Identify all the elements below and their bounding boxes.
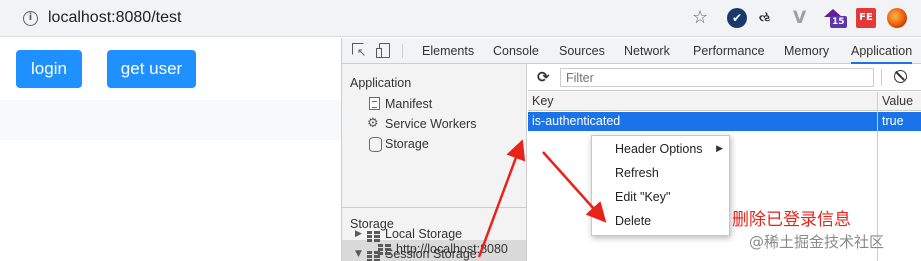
tab-memory[interactable]: Memory [784,38,829,64]
column-header-value[interactable]: Value [878,92,913,111]
translate-extension-icon[interactable]: ઌ [759,8,779,28]
annotation-label: 删除已登录信息 [732,210,851,230]
application-sidebar: Application Manifest ⚙ Service Workers S… [342,64,527,261]
tab-sources[interactable]: Sources [559,38,605,64]
bookmark-star-icon[interactable]: ☆ [692,7,708,28]
refresh-icon[interactable]: ⟳ [537,68,550,86]
mortarboard-extension-icon[interactable]: 15 [823,8,847,28]
menu-item-delete[interactable]: Delete [592,210,731,233]
extension-badge: 15 [830,16,847,28]
check-extension-icon[interactable]: ✔ [727,8,747,28]
database-icon [369,137,382,152]
menu-item-edit-key[interactable]: Edit "Key" [592,186,731,209]
gear-icon: ⚙ [367,116,379,131]
menu-item-label: Header Options [615,142,703,156]
devtools-tab-bar: ↖ Elements Console Sources Network Perfo… [342,38,921,64]
login-button[interactable]: login [16,50,82,88]
storage-grid-icon [367,231,380,242]
storage-grid-icon [378,244,391,255]
context-menu: Header Options ▶ Refresh Edit "Key" Dele… [591,135,730,236]
sidebar-section-application: Application [350,76,412,90]
storage-toolbar: ⟳ [528,64,921,91]
chevron-right-icon[interactable]: ▶ [355,226,362,242]
chevron-down-icon[interactable]: ▼ [355,246,362,261]
column-header-key[interactable]: Key [528,92,554,111]
toolbar-separator [881,69,882,86]
sidebar-item-manifest[interactable]: Manifest [385,96,432,112]
tab-performance[interactable]: Performance [693,38,765,64]
table-row[interactable]: is-authenticated true [528,112,921,131]
get-user-button[interactable]: get user [107,50,196,88]
fe-extension-icon[interactable]: FE [856,8,876,28]
device-toolbar-icon[interactable] [376,43,391,58]
info-icon[interactable]: i [23,11,38,26]
url-text[interactable]: localhost:8080/test [48,9,181,27]
tab-elements[interactable]: Elements [422,38,474,64]
planet-extension-icon[interactable] [887,8,907,28]
watermark: @稀土掘金技术社区 [749,233,885,251]
address-bar[interactable]: i localhost:8080/test ☆ [8,4,714,33]
tab-console[interactable]: Console [493,38,539,64]
sidebar-item-session-origin[interactable]: http://localhost:8080 [396,241,508,257]
inspect-element-icon[interactable]: ↖ [352,43,367,58]
manifest-icon [369,97,380,110]
page-viewport: login get user [0,38,341,261]
tab-application[interactable]: Application [851,38,913,64]
vue-devtools-icon[interactable]: V [793,8,813,28]
cell-key[interactable]: is-authenticated [528,112,620,131]
sidebar-item-local-storage[interactable]: Local Storage [385,226,462,242]
sidebar-item-service-workers[interactable]: Service Workers [385,116,476,132]
sidebar-item-storage[interactable]: Storage [385,136,429,152]
clear-all-icon[interactable] [894,70,907,83]
browser-toolbar: i localhost:8080/test ☆ ✔ ઌ V 15 FE [0,0,921,37]
tab-separator [402,44,403,58]
menu-item-header-options[interactable]: Header Options ▶ [592,138,731,161]
cell-value[interactable]: true [878,112,904,131]
tab-network[interactable]: Network [624,38,670,64]
page-band [0,100,341,140]
submenu-arrow-icon: ▶ [716,144,723,154]
table-header: Key Value [528,92,921,111]
filter-input[interactable] [560,68,874,87]
sidebar-divider [342,207,526,208]
menu-item-refresh[interactable]: Refresh [592,162,731,185]
